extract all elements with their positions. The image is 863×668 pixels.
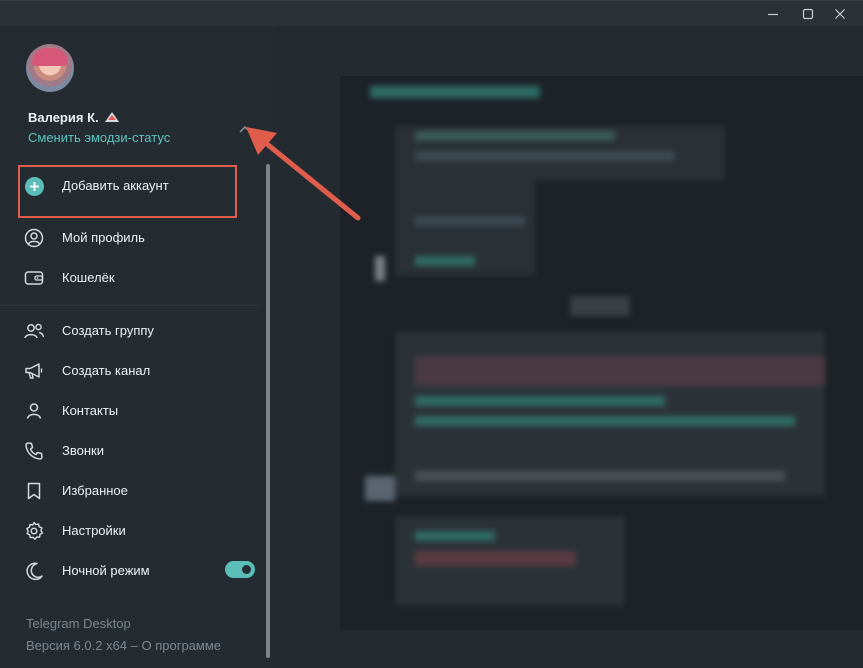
menu-item-label: Звонки [62,443,104,458]
avatar-hair [32,48,68,66]
menu-item-label: Ночной режим [62,563,150,578]
gear-icon [22,519,46,543]
toggle-knob [240,563,253,576]
menu-item-settings[interactable]: Настройки [0,511,262,551]
chat-list-strip [275,26,340,668]
main-menu-sidebar: Валерия К. Сменить эмодзи-статус Добавит… [0,26,275,668]
change-emoji-status-link[interactable]: Сменить эмодзи-статус [28,130,170,145]
highlight-box [18,165,237,218]
menu-item-label: Создать группу [62,323,154,338]
night-mode-toggle[interactable] [225,561,255,578]
menu-item-saved[interactable]: Избранное [0,471,262,511]
menu-item-label: Избранное [62,483,128,498]
user-name: Валерия К. [28,110,99,125]
menu-item-label: Кошелёк [62,270,115,285]
menu-item-create-channel[interactable]: Создать канал [0,351,262,391]
version-about-link[interactable]: Версия 6.0.2 x64 – О программе [26,638,221,653]
menu-item-my-profile[interactable]: Мой профиль [0,218,262,258]
menu-item-calls[interactable]: Звонки [0,431,262,471]
scrollbar[interactable] [266,164,270,658]
title-bar [0,0,863,26]
menu-item-label: Мой профиль [62,230,145,245]
menu-item-label: Настройки [62,523,126,538]
menu-item-contacts[interactable]: Контакты [0,391,262,431]
chat-area-obscured [275,26,863,668]
close-icon [835,9,845,19]
menu-item-label: Контакты [62,403,119,418]
wallet-icon [22,266,46,290]
maximize-icon [802,8,814,20]
moon-icon [22,559,46,583]
blurred-messages [275,26,863,668]
bookmark-icon [22,479,46,503]
menu-separator [0,305,262,306]
menu-item-wallet[interactable]: Кошелёк [0,258,262,298]
avatar[interactable] [26,44,74,92]
menu-item-label: Создать канал [62,363,151,378]
chevron-up-icon[interactable] [238,124,252,134]
close-button[interactable] [817,1,863,27]
emoji-status-icon [105,112,119,122]
group-icon [22,319,46,343]
contact-icon [22,399,46,423]
app-name: Telegram Desktop [26,616,131,631]
menu-item-night-mode[interactable]: Ночной режим [0,551,262,591]
message-input-bar [275,630,863,668]
profile-icon [22,226,46,250]
minimize-icon [768,13,778,16]
megaphone-icon [22,359,46,383]
phone-icon [22,439,46,463]
menu-item-create-group[interactable]: Создать группу [0,311,262,351]
